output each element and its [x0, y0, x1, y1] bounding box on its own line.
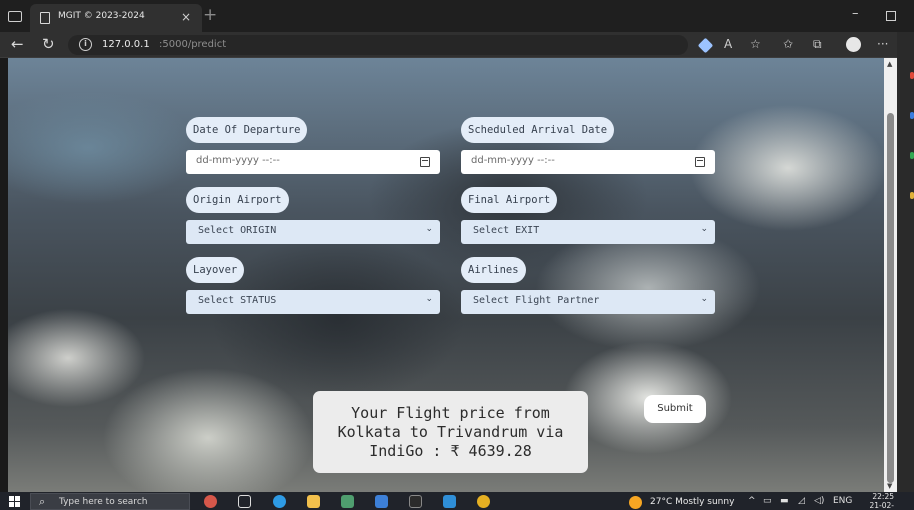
taskbar-search-placeholder: Type here to search [59, 497, 148, 507]
arrival-label: Scheduled Arrival Date [461, 117, 615, 143]
new-tab-button[interactable]: + [203, 5, 217, 25]
airlines-select[interactable]: Select Flight Partner ⌄ [461, 290, 715, 314]
network-icon[interactable]: ▭ [763, 496, 772, 506]
wifi-icon[interactable]: ◿ [798, 496, 805, 506]
back-icon[interactable]: ← [11, 35, 24, 53]
scrollbar-thumb[interactable] [887, 113, 894, 483]
clock-date: 21-02-2023 [869, 501, 895, 510]
departure-label: Date Of Departure [186, 117, 308, 143]
profile-icon[interactable] [846, 37, 861, 52]
sidebar-app-icon[interactable] [910, 112, 914, 119]
price-result-box: Your Flight price from Kolkata to Trivan… [313, 391, 588, 473]
collections-icon[interactable]: ⧉ [813, 37, 822, 52]
airlines-value: Select Flight Partner [473, 295, 600, 306]
battery-icon[interactable]: ▬ [780, 496, 789, 506]
browser-tab-bar: MGIT © 2023-2024 × + – [0, 0, 914, 32]
sidebar-app-icon[interactable] [910, 72, 914, 79]
final-airport-select[interactable]: Select EXIT ⌄ [461, 220, 715, 244]
airlines-label: Airlines [461, 257, 526, 283]
info-icon[interactable]: i [79, 38, 92, 51]
page-scrollbar[interactable]: ▲ ▼ [884, 58, 897, 492]
page-icon [40, 12, 50, 24]
scroll-up-icon[interactable]: ▲ [887, 60, 892, 68]
chevron-down-icon: ⌄ [700, 294, 708, 304]
layover-select[interactable]: Select STATUS ⌄ [186, 290, 440, 314]
departure-date-input[interactable]: dd-mm-yyyy --:-- [186, 150, 440, 174]
taskbar-search[interactable]: ⌕ Type here to search [30, 493, 190, 510]
final-airport-value: Select EXIT [473, 225, 540, 236]
favorite-icon[interactable]: ☆ [750, 37, 761, 51]
tab-title: MGIT © 2023-2024 [58, 11, 145, 21]
chevron-down-icon: ⌄ [425, 224, 433, 234]
favorites-icon[interactable]: ✩ [783, 37, 793, 51]
terminal-icon[interactable] [409, 495, 422, 508]
windows-start-icon[interactable] [9, 496, 20, 507]
origin-value: Select ORIGIN [198, 225, 277, 236]
sidebar-strip [897, 32, 914, 492]
screen: MGIT © 2023-2024 × + – ← ↻ i 127.0.0.1 :… [0, 0, 914, 510]
scroll-down-icon[interactable]: ▼ [887, 482, 892, 490]
url-host: 127.0.0.1 [102, 39, 150, 50]
window-icon[interactable] [8, 11, 22, 22]
chevron-up-icon[interactable]: ^ [748, 496, 756, 506]
submit-button[interactable]: Submit [644, 395, 706, 423]
cortana-icon[interactable] [204, 495, 217, 508]
clock-time: 22:25 [872, 492, 894, 501]
chevron-down-icon: ⌄ [425, 294, 433, 304]
task-view-icon[interactable] [238, 495, 251, 508]
browser-tab[interactable]: MGIT © 2023-2024 × [30, 4, 202, 32]
browser-toolbar: ← ↻ i 127.0.0.1 :5000/predict A ☆ ✩ ⧉ ··… [0, 32, 914, 58]
departure-placeholder: dd-mm-yyyy --:-- [196, 155, 280, 166]
search-icon: ⌕ [39, 495, 46, 508]
layover-value: Select STATUS [198, 295, 277, 306]
more-icon[interactable]: ··· [877, 37, 888, 51]
layover-label: Layover [186, 257, 245, 283]
taskbar: ⌕ Type here to search 27°C Mostly sunny … [0, 492, 914, 510]
maximize-icon[interactable] [886, 11, 896, 21]
store-icon[interactable] [341, 495, 354, 508]
origin-select[interactable]: Select ORIGIN ⌄ [186, 220, 440, 244]
tab-close-icon[interactable]: × [181, 10, 191, 24]
sidebar-app-icon[interactable] [910, 192, 914, 199]
mail-icon[interactable] [375, 495, 388, 508]
weather-text[interactable]: 27°C Mostly sunny [650, 497, 734, 507]
origin-label: Origin Airport [186, 187, 289, 213]
weather-icon[interactable] [629, 496, 642, 509]
file-explorer-icon[interactable] [307, 495, 320, 508]
read-aloud-icon[interactable]: A [724, 37, 732, 51]
vscode-icon[interactable] [443, 495, 456, 508]
extension-icon[interactable] [697, 37, 714, 54]
edge-icon[interactable] [273, 495, 286, 508]
arrival-placeholder: dd-mm-yyyy --:-- [471, 155, 555, 166]
price-result-text: Your Flight price from Kolkata to Trivan… [337, 403, 564, 460]
address-bar[interactable]: i 127.0.0.1 :5000/predict [68, 35, 688, 55]
minimize-icon[interactable]: – [852, 6, 859, 21]
arrival-date-input[interactable]: dd-mm-yyyy --:-- [461, 150, 715, 174]
sidebar-app-icon[interactable] [910, 152, 914, 159]
url-path: :5000/predict [159, 39, 227, 50]
refresh-icon[interactable]: ↻ [42, 35, 55, 53]
final-airport-label: Final Airport [461, 187, 558, 213]
chevron-down-icon: ⌄ [700, 224, 708, 234]
calendar-icon[interactable] [420, 157, 430, 167]
volume-icon[interactable]: ◁) [814, 496, 824, 506]
page-viewport: Date Of Departure dd-mm-yyyy --:-- Sched… [8, 58, 884, 492]
chrome-icon[interactable] [477, 495, 490, 508]
calendar-icon[interactable] [695, 157, 705, 167]
language-indicator[interactable]: ENG [833, 496, 852, 506]
clock[interactable]: 22:25 21-02-2023 [858, 492, 895, 510]
